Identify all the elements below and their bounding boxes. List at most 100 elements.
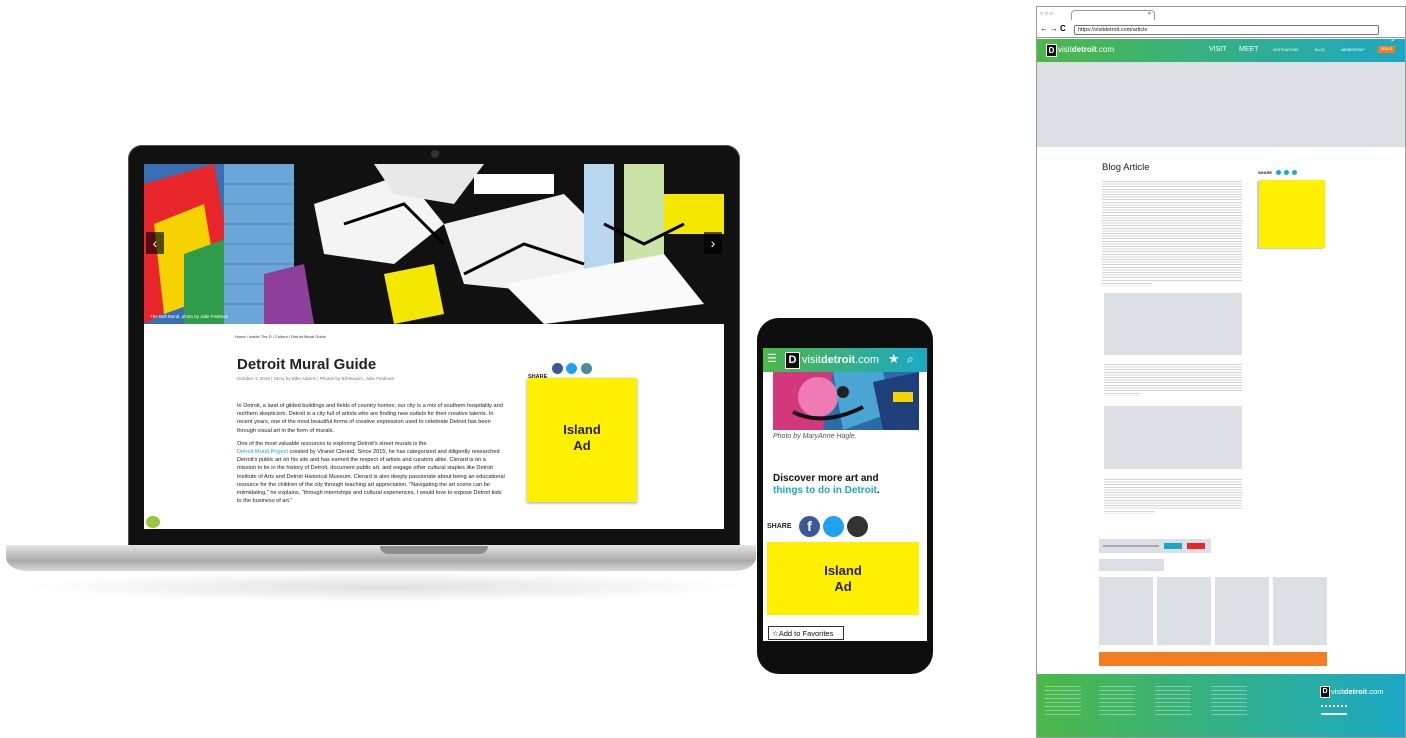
newsletter-button-1[interactable] [1164,543,1182,549]
newsletter-button-2[interactable] [1187,543,1205,549]
image-placeholder-2 [1104,406,1242,469]
window-controls[interactable]: ○○○ [1040,11,1054,17]
phone-island-line-2: Ad [834,579,852,594]
laptop-screen: ‹ › The Belt Mural, photo by Julie Fiedm… [144,164,724,529]
nav-membership[interactable]: MEMBERSHIP [1341,48,1365,52]
island-ad-line-2: Ad [573,438,591,453]
laptop-notch [380,546,488,554]
island-ad-line-1: Island [563,422,601,437]
footer-rule [1321,713,1347,715]
search-icon[interactable]: ⌕ [907,352,914,367]
browser-wireframe: ○○○ × ← → C https://visitdetroit.com/art… [1036,6,1406,738]
hero-caption: The Belt Mural, photo by Julie Fiedman [150,314,229,319]
phone-island-ad[interactable]: Island Ad [767,542,919,615]
phone-logo[interactable]: visitdetroit.com [802,354,879,366]
email-icon[interactable] [581,363,592,374]
island-ad[interactable]: Island Ad [527,378,637,502]
footer-logo[interactable]: visitdetroit.com [1331,687,1384,696]
reload-icon[interactable]: C [1060,24,1066,33]
article-title: Detroit Mural Guide [237,356,377,373]
paragraph-2: One of the most valuable resources to ex… [237,440,505,506]
nav-destinations[interactable]: DESTINATIONS [1273,48,1299,52]
related-card-4[interactable] [1273,577,1327,645]
related-card-2[interactable] [1157,577,1211,645]
mural-image [144,164,724,324]
paragraph-2-text: created by Viranel Clerard. Since 2015, … [237,449,505,505]
hero-next-button[interactable]: › [704,232,722,254]
favorites-star-icon[interactable]: ★ [888,351,900,367]
menu-icon[interactable]: ☰ [767,354,777,365]
tab-close-icon[interactable]: × [1148,11,1151,17]
footer-links-4 [1211,686,1247,716]
logo-bold: detroit [1343,687,1368,696]
mural-project-link[interactable]: Detroit Mural Project [237,449,288,455]
related-card-3[interactable] [1215,577,1269,645]
related-heading-placeholder [1099,559,1164,571]
share-icon-1[interactable] [1276,170,1281,175]
facebook-icon[interactable]: f [799,516,820,537]
photo-caption: Photo by MaryAnne Hagle. [773,433,857,440]
favorites-label: Add to Favorites [778,629,834,638]
url-bar[interactable]: https://visitdetroit.com/article [1074,25,1379,35]
article-text-block-1 [1102,181,1242,281]
star-outline-icon: ☆ [772,629,779,638]
footer-links-3 [1155,686,1191,716]
article-meta: October 4, 2018 | Story by Bike Adams | … [237,376,395,381]
logo-bold: detroit [1071,45,1097,54]
facebook-icon[interactable] [552,363,563,374]
site-logo[interactable]: visitdetroit.com [1058,45,1114,54]
logo-light: visit [802,354,821,366]
search-icon[interactable]: ⌕ [1391,37,1395,45]
add-to-favorites-button[interactable]: ☆Add to Favorites [768,626,844,640]
hero-placeholder [1037,62,1405,147]
hero-prev-button[interactable]: ‹ [146,232,164,254]
nav-visit[interactable]: VISIT [1209,46,1227,53]
discover-heading: Discover more art and things to do in De… [773,473,880,497]
laptop-shadow [20,572,750,602]
laptop-camera [431,150,439,158]
cta-banner[interactable] [1099,652,1327,666]
discover-link[interactable]: things to do in Detroit [773,485,877,496]
share-icon-3[interactable] [1292,170,1297,175]
breadcrumb[interactable]: Home / Inside The D / Culture / Detroit … [235,334,326,339]
phone-mural-image [773,372,919,430]
back-icon[interactable]: ← [1040,24,1048,33]
twitter-icon[interactable] [566,363,577,374]
footer-logo-d-icon: D [1320,686,1330,698]
phone-screen: ☰ D visitdetroit.com ★ ⌕ Photo by MaryAn… [763,348,927,641]
browser-tab[interactable] [1071,10,1155,20]
nav-blog[interactable]: BLOG [1315,48,1325,52]
island-ad-placeholder[interactable] [1259,180,1325,248]
article-body: In Detroit, a land of gilded buildings a… [237,402,505,510]
article-text-tail [1102,283,1152,286]
discover-period: . [876,485,880,496]
phone-share-label: SHARE [767,523,792,530]
discover-line-2: things to do in Detroit. [773,485,880,497]
newsletter-input[interactable] [1103,545,1159,547]
forward-icon[interactable]: → [1050,24,1058,33]
logo-suffix: .com [1096,45,1115,54]
image-placeholder-1 [1104,293,1242,355]
share-icon-2[interactable] [1284,170,1289,175]
chat-icon[interactable] [146,516,160,528]
article-heading: Blog Article [1102,162,1150,173]
hero-image [144,164,724,324]
email-icon[interactable] [847,516,868,537]
twitter-icon[interactable] [823,516,844,537]
logo-suffix: .com [1367,687,1384,696]
article-text-tail-2 [1104,393,1140,396]
logo-light: visit [1058,45,1072,54]
footer-links-2 [1099,686,1135,716]
share-label: SHARE [1258,170,1273,175]
article-text-tail-3 [1104,511,1154,514]
logo-suffix: .com [855,354,880,366]
logo-d-icon: D [1046,44,1057,57]
nav-deals-button[interactable]: DEALS [1378,46,1395,53]
paragraph-1: In Detroit, a land of gilded buildings a… [237,403,503,434]
discover-line-1: Discover more art and [773,473,879,484]
footer-social-icons[interactable] [1321,705,1347,711]
nav-meet[interactable]: MEET [1239,46,1258,53]
logo-d-icon: D [785,352,800,369]
footer-links-1 [1045,686,1081,716]
related-card-1[interactable] [1099,577,1153,645]
